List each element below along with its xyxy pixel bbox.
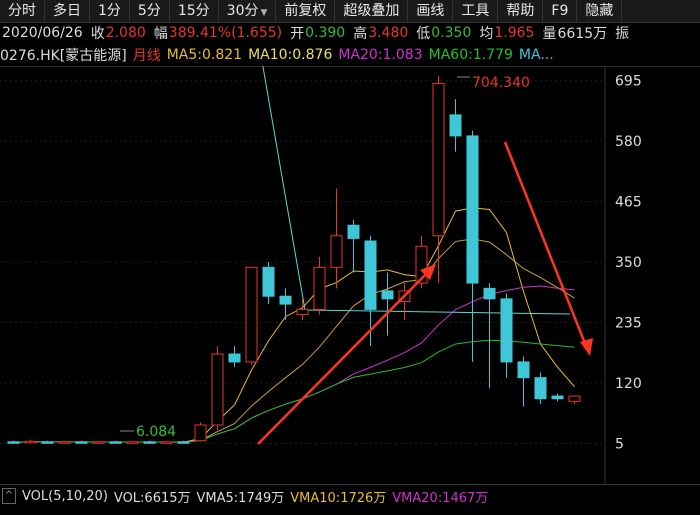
y-tick-label: 580 <box>615 134 642 150</box>
y-tick-label: 5 <box>615 436 624 452</box>
vol-title[interactable]: VOL(5,10,20) <box>22 489 108 504</box>
tab-intraday[interactable]: 分时 <box>0 0 45 22</box>
avg-label: 均 <box>479 26 494 42</box>
low-label: 低 <box>416 26 431 42</box>
low-price-label: 6.084 <box>136 424 176 440</box>
candle-up <box>313 266 326 310</box>
draw-line-button[interactable]: 画线 <box>408 0 454 22</box>
candle-down <box>483 287 496 300</box>
candle-up <box>194 424 207 442</box>
ma60-line <box>13 339 575 443</box>
annotations: 704.340 6.084 <box>120 75 593 445</box>
vma20-value: VMA20:1467万 <box>392 490 489 506</box>
help-menu[interactable]: 帮助 <box>498 0 544 22</box>
candle-up <box>92 441 105 444</box>
ma5-legend: MA5:0.821 <box>166 47 243 63</box>
moving-average-lines <box>13 66 575 443</box>
candle-up <box>245 266 258 363</box>
candle-down <box>500 298 513 363</box>
candle-down <box>517 361 530 379</box>
y-tick-label: 235 <box>615 315 642 331</box>
candle-up <box>432 82 445 237</box>
candle-up <box>568 395 581 402</box>
candle-down <box>143 441 156 444</box>
y-tick-label: 120 <box>615 376 642 392</box>
volume-toggle-button[interactable]: ^ <box>2 488 16 504</box>
range-value: 389.41%(1.655) <box>168 25 283 41</box>
tab-5min[interactable]: 5分 <box>130 0 170 22</box>
open-value: 0.390 <box>305 25 346 41</box>
amplitude-label: 振 <box>615 26 630 42</box>
y-tick-label: 465 <box>615 195 642 211</box>
candle-down <box>262 266 275 297</box>
period-label[interactable]: 月线 <box>133 45 161 65</box>
candle-down <box>228 353 241 363</box>
candle-down <box>466 135 479 284</box>
range-label: 幅 <box>153 26 168 42</box>
candle-down <box>279 295 292 305</box>
candlesticks <box>7 76 581 444</box>
volume-value: 6615万 <box>557 26 608 42</box>
avg-value: 1.965 <box>494 25 535 41</box>
y-tick-label: 695 <box>615 74 642 90</box>
candle-up <box>126 441 139 444</box>
arrow-down-shaft <box>503 141 588 347</box>
vma5-value: VMA5:1749万 <box>196 490 285 506</box>
close-label: 收 <box>90 26 105 42</box>
quote-date: 2020/06/26 <box>2 25 83 41</box>
candle-up <box>330 235 343 268</box>
ma60-legend: MA60:1.779 <box>428 47 513 63</box>
volume-legend-bar: ^ VOL(5,10,20) VOL:6615万 VMA5:1749万 VMA1… <box>0 484 700 507</box>
ma10-legend: MA10:0.876 <box>248 47 333 63</box>
vma10-value: VMA10:1726万 <box>290 490 387 506</box>
candle-down <box>7 441 20 444</box>
ma20-legend: MA20:1.083 <box>338 47 423 63</box>
ma-legend-bar: 0276.HK[蒙古能源] 月线 MA5:0.821 MA10:0.876 MA… <box>0 44 700 67</box>
low-value: 0.350 <box>431 25 472 41</box>
quote-info-bar: 2020/06/26 收 2.080 幅 389.41%(1.655) 开 0.… <box>0 22 700 44</box>
candle-up <box>160 441 173 444</box>
candle-up <box>296 308 309 316</box>
tab-multi-day[interactable]: 多日 <box>45 0 90 22</box>
high-value: 3.480 <box>368 25 409 41</box>
candle-up <box>211 353 224 426</box>
stock-name[interactable]: 0276.HK[蒙古能源] <box>0 45 127 65</box>
candle-down <box>347 224 360 239</box>
y-tick-label: 350 <box>615 255 642 271</box>
kline-chart[interactable]: 695 580 465 350 235 120 5 704.340 6.084 <box>0 66 700 484</box>
vol-value: VOL:6615万 <box>113 490 191 506</box>
arrow-down-head <box>580 338 593 356</box>
chart-grid <box>0 80 605 444</box>
candle-down <box>449 114 462 137</box>
tab-30min-label: 30分 <box>226 3 259 19</box>
candle-down <box>75 441 88 444</box>
candle-up <box>24 440 37 444</box>
candle-down <box>551 395 564 400</box>
open-label: 开 <box>290 26 305 42</box>
chevron-down-icon: ▼ <box>260 8 268 18</box>
candle-down <box>109 441 122 444</box>
f9-button[interactable]: F9 <box>543 0 578 22</box>
super-overlay-button[interactable]: 超级叠加 <box>335 0 409 22</box>
candle-down <box>534 377 547 400</box>
candle-down <box>381 290 394 300</box>
candle-down <box>364 240 377 310</box>
tab-30min-dropdown[interactable]: 30分 ▼ <box>219 0 277 22</box>
tab-1min[interactable]: 1分 <box>90 0 130 22</box>
volume-label: 量 <box>542 26 557 42</box>
candle-down <box>41 441 54 444</box>
close-value: 2.080 <box>105 25 146 41</box>
ma-more-legend[interactable]: MA... <box>519 47 554 63</box>
period-toolbar: 分时 多日 1分 5分 15分 30分 ▼ 前复权 超级叠加 画线 工具 帮助 F… <box>0 0 700 23</box>
tools-menu[interactable]: 工具 <box>453 0 499 22</box>
high-price-label: 704.340 <box>472 75 530 91</box>
ma20-line <box>13 285 575 443</box>
y-axis: 695 580 465 350 235 120 5 <box>604 66 642 484</box>
candle-up <box>58 441 71 444</box>
hide-button[interactable]: 隐藏 <box>577 0 623 22</box>
forward-adjust-button[interactable]: 前复权 <box>276 0 336 22</box>
candle-down <box>177 441 190 444</box>
high-label: 高 <box>353 26 368 42</box>
tab-15min[interactable]: 15分 <box>170 0 219 22</box>
